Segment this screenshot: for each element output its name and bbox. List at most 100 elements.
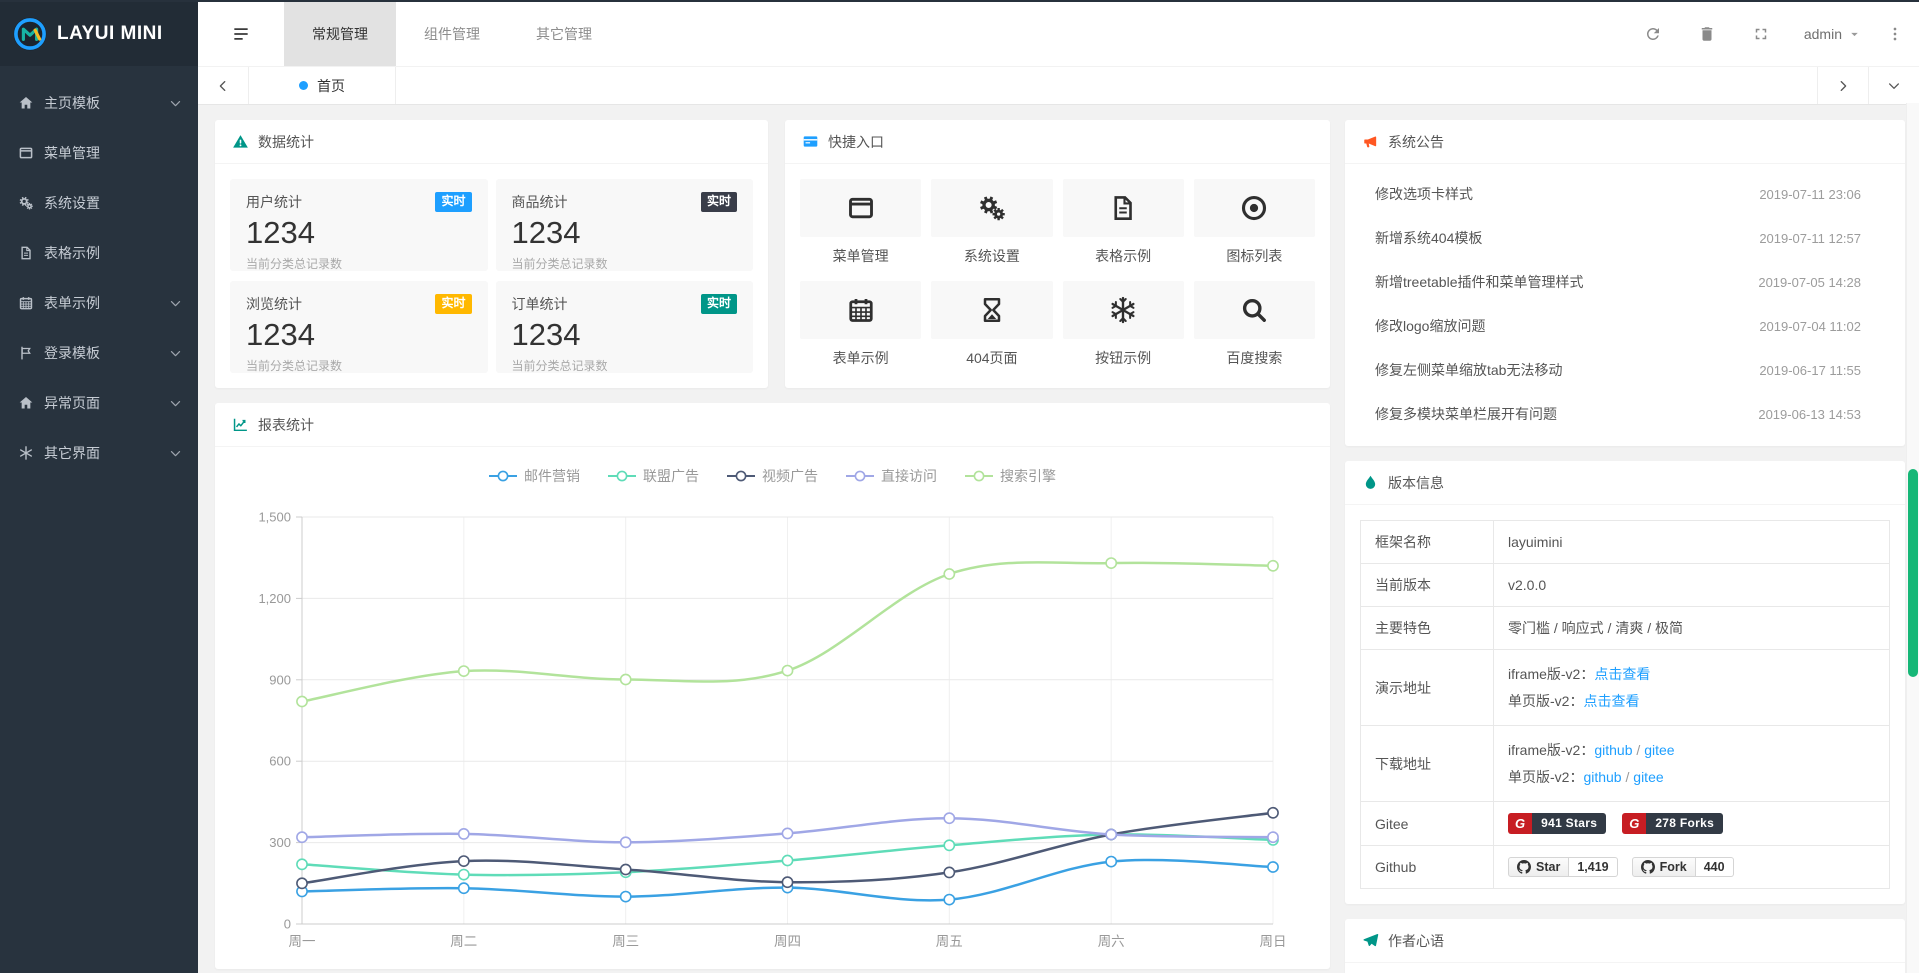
logo-icon xyxy=(12,16,48,52)
tab-scroll-right-button[interactable] xyxy=(1817,67,1868,104)
quick-entry-6[interactable]: 按钮示例 xyxy=(1063,281,1184,368)
sidebar-toggle-button[interactable] xyxy=(198,2,284,66)
announcement-row-2[interactable]: 新增treetable插件和菜单管理样式 2019-07-05 14:28 xyxy=(1345,260,1905,304)
legend-label: 直接访问 xyxy=(881,466,937,486)
gitee-icon: G xyxy=(1622,813,1646,834)
refresh-icon[interactable] xyxy=(1644,25,1662,43)
version-label: 当前版本 xyxy=(1361,564,1494,607)
stat-card-3[interactable]: 订单统计 实时 1234 当前分类总记录数 xyxy=(496,281,754,373)
github-icon xyxy=(1641,860,1655,874)
link-点击查看[interactable]: 点击查看 xyxy=(1583,693,1639,709)
quick-entry-0[interactable]: 菜单管理 xyxy=(800,179,921,266)
user-menu[interactable]: admin xyxy=(1804,26,1861,42)
sidebar-item-label: 菜单管理 xyxy=(44,143,100,163)
link-github[interactable]: github xyxy=(1594,742,1632,758)
quick-entry-4[interactable]: 表单示例 xyxy=(800,281,921,368)
quick-entry-2[interactable]: 表格示例 xyxy=(1063,179,1184,266)
layuimini-app: LAYUI MINI 主页模板 菜单管理 系统设置 表格示例 表单示例 登录模板… xyxy=(0,2,1919,973)
quick-entry-7[interactable]: 百度搜索 xyxy=(1194,281,1315,368)
status-badge: 实时 xyxy=(701,192,737,212)
announcement-date: 2019-07-11 12:57 xyxy=(1759,231,1861,246)
link-github[interactable]: github xyxy=(1583,769,1621,785)
expand-icon[interactable] xyxy=(1752,25,1770,43)
page-scrollbar[interactable] xyxy=(1906,103,1919,973)
announcement-date: 2019-07-11 23:06 xyxy=(1759,187,1861,202)
status-badge: 实时 xyxy=(701,294,737,314)
github-badge[interactable]: Fork440 xyxy=(1632,857,1734,877)
announcement-text: 修改logo缩放问题 xyxy=(1375,316,1485,336)
header-module-tabs: 常规管理 组件管理 其它管理 xyxy=(284,2,620,66)
stat-card-2[interactable]: 浏览统计 实时 1234 当前分类总记录数 xyxy=(230,281,488,373)
announcement-list: 修改选项卡样式 2019-07-11 23:06 新增系统404模板 2019-… xyxy=(1345,164,1905,446)
version-value: 零门槛 / 响应式 / 清爽 / 极简 xyxy=(1508,620,1683,636)
sidebar-item-0[interactable]: 主页模板 xyxy=(0,78,198,128)
sidebar-item-7[interactable]: 其它界面 xyxy=(0,428,198,478)
announcement-row-0[interactable]: 修改选项卡样式 2019-07-11 23:06 xyxy=(1345,172,1905,216)
announcement-text: 新增treetable插件和菜单管理样式 xyxy=(1375,272,1583,292)
version-row-5: Gitee G941 Stars G278 Forks xyxy=(1361,802,1890,846)
github-badge[interactable]: Star1,419 xyxy=(1508,857,1618,877)
sidebar-item-4[interactable]: 表单示例 xyxy=(0,278,198,328)
sidebar-item-6[interactable]: 异常页面 xyxy=(0,378,198,428)
snowflake-icon xyxy=(1108,295,1138,325)
stat-desc: 当前分类总记录数 xyxy=(246,357,472,374)
panel-header: 报表统计 xyxy=(215,403,1330,447)
sidebar-item-5[interactable]: 登录模板 xyxy=(0,328,198,378)
gitee-badge[interactable]: G278 Forks xyxy=(1622,813,1723,834)
quick-entry-label: 表格示例 xyxy=(1063,246,1184,266)
panel-title: 快捷入口 xyxy=(828,132,884,152)
legend-item-3[interactable]: 直接访问 xyxy=(846,466,937,486)
hamburger-icon xyxy=(231,24,251,44)
quick-entry-label: 表单示例 xyxy=(800,348,921,368)
sidebar-item-3[interactable]: 表格示例 xyxy=(0,228,198,278)
sidebar-item-2[interactable]: 系统设置 xyxy=(0,178,198,228)
announcement-row-3[interactable]: 修改logo缩放问题 2019-07-04 11:02 xyxy=(1345,304,1905,348)
chevron-down-icon xyxy=(1887,79,1901,93)
sidebar-menu: 主页模板 菜单管理 系统设置 表格示例 表单示例 登录模板 异常页面 其它界面 xyxy=(0,66,198,478)
file-icon xyxy=(1108,193,1138,223)
app-logo[interactable]: LAYUI MINI xyxy=(0,2,198,66)
version-label: 下载地址 xyxy=(1361,726,1494,802)
tab-operations-button[interactable] xyxy=(1868,67,1919,104)
legend-item-0[interactable]: 邮件营销 xyxy=(489,466,580,486)
panel-author-note: 作者心语 本模板基于layui2.5.4以及font-awesome-4.7.0… xyxy=(1345,919,1905,973)
gitee-badge[interactable]: G941 Stars xyxy=(1508,813,1606,834)
tabbar-spacer xyxy=(396,67,1817,104)
header-tab-2[interactable]: 其它管理 xyxy=(508,2,620,66)
announcement-row-4[interactable]: 修复左侧菜单缩放tab无法移动 2019-06-17 11:55 xyxy=(1345,348,1905,392)
quick-entry-5[interactable]: 404页面 xyxy=(931,281,1052,368)
stat-card-1[interactable]: 商品统计 实时 1234 当前分类总记录数 xyxy=(496,179,754,271)
svg-text:600: 600 xyxy=(269,754,291,769)
author-note: 本模板基于layui2.5.4以及font-awesome-4.7.0进行实现。… xyxy=(1345,963,1905,973)
legend-item-1[interactable]: 联盟广告 xyxy=(608,466,699,486)
panel-report-stats: 报表统计 邮件营销 联盟广告 视频广告 直接访问 搜索引擎03006009001… xyxy=(215,403,1330,969)
stat-card-0[interactable]: 用户统计 实时 1234 当前分类总记录数 xyxy=(230,179,488,271)
tabbar: 首页 xyxy=(198,66,1919,105)
header-tab-0[interactable]: 常规管理 xyxy=(284,2,396,66)
version-label: Gitee xyxy=(1361,802,1494,846)
announcement-row-1[interactable]: 新增系统404模板 2019-07-11 12:57 xyxy=(1345,216,1905,260)
svg-text:300: 300 xyxy=(269,835,291,850)
more-menu-icon[interactable] xyxy=(1887,26,1903,42)
trash-icon[interactable] xyxy=(1698,25,1716,43)
link-点击查看[interactable]: 点击查看 xyxy=(1594,666,1650,682)
logo-text: LAYUI MINI xyxy=(57,23,163,45)
stat-desc: 当前分类总记录数 xyxy=(512,357,738,374)
sidebar-item-1[interactable]: 菜单管理 xyxy=(0,128,198,178)
announcement-row-5[interactable]: 修复多模块菜单栏展开有问题 2019-06-13 14:53 xyxy=(1345,392,1905,436)
version-label: Github xyxy=(1361,846,1494,889)
tab-scroll-left-button[interactable] xyxy=(198,67,249,104)
sidebar-item-label: 表单示例 xyxy=(44,293,100,313)
link-gitee[interactable]: gitee xyxy=(1633,769,1663,785)
tab-home[interactable]: 首页 xyxy=(249,67,396,104)
quick-entry-3[interactable]: 图标列表 xyxy=(1194,179,1315,266)
quick-entry-1[interactable]: 系统设置 xyxy=(931,179,1052,266)
legend-item-2[interactable]: 视频广告 xyxy=(727,466,818,486)
scrollbar-thumb[interactable] xyxy=(1908,469,1918,677)
stat-label: 商品统计 xyxy=(512,192,568,212)
link-gitee[interactable]: gitee xyxy=(1644,742,1674,758)
legend-label: 搜索引擎 xyxy=(1000,466,1056,486)
legend-item-4[interactable]: 搜索引擎 xyxy=(965,466,1056,486)
header-tab-1[interactable]: 组件管理 xyxy=(396,2,508,66)
stat-value: 1234 xyxy=(246,215,472,251)
